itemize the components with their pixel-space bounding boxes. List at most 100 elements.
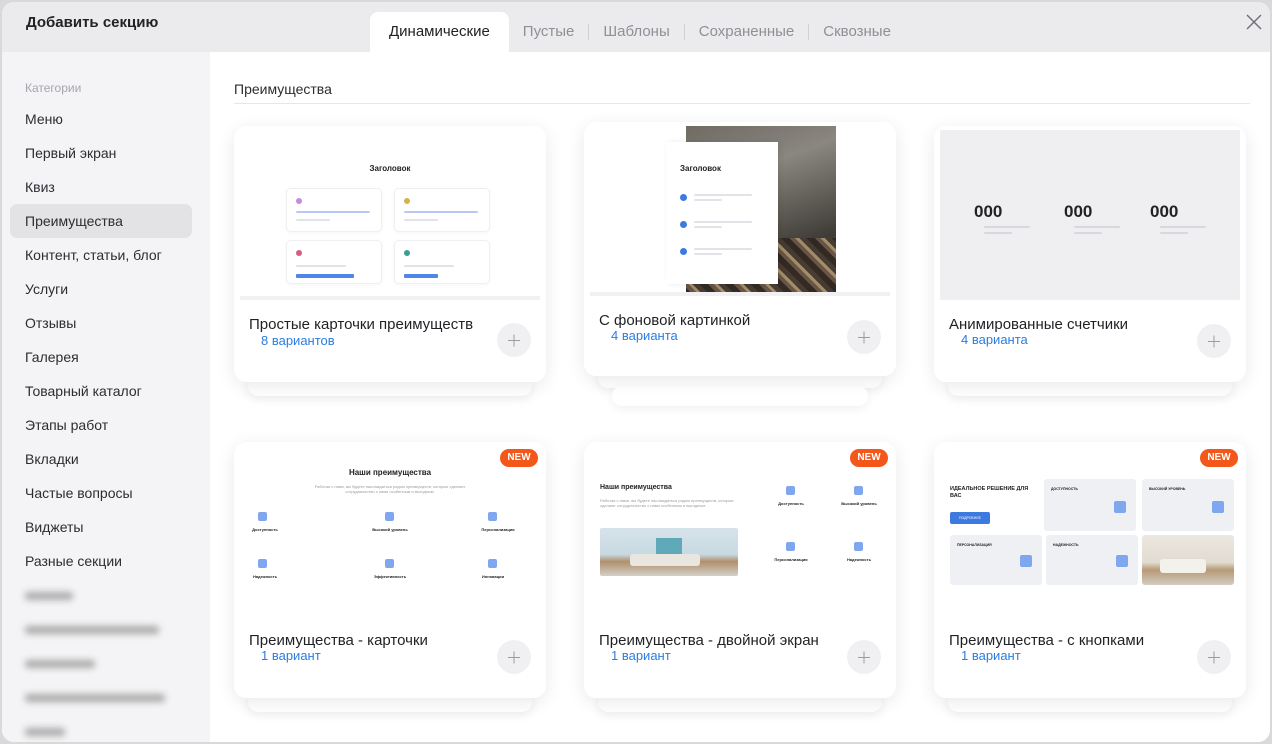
tab-global[interactable]: Сквозные xyxy=(809,12,905,52)
card-advantages-cards[interactable]: Наши преимущества Работая с нами, вы буд… xyxy=(234,442,546,698)
categories-heading: Категории xyxy=(25,81,82,95)
add-section-modal: Добавить секцию Динамические Пустые Шабл… xyxy=(2,2,1270,742)
sidebar-item-services[interactable]: Услуги xyxy=(10,272,192,306)
modal-header: Добавить секцию Динамические Пустые Шабл… xyxy=(2,2,1270,52)
preview-card xyxy=(394,240,490,284)
preview-photo xyxy=(1142,535,1234,585)
preview-counter: 000 xyxy=(1150,202,1179,221)
preview-item-title: Персонализация xyxy=(481,527,515,532)
sidebar-item-tabs[interactable]: Вкладки xyxy=(10,442,192,476)
plus-icon[interactable] xyxy=(847,320,881,354)
sidebar-item-work-stages[interactable]: Этапы работ xyxy=(10,408,192,442)
preview-heading: ИДЕАЛЬНОЕ РЕШЕНИЕ ДЛЯ ВАС xyxy=(950,486,1029,499)
card-variants-count[interactable]: 1 вариант xyxy=(961,648,1021,663)
section-card[interactable]: 000 000 000 Анимированные счетчики 4 вар… xyxy=(934,126,1246,396)
preview-item-title: Доступность xyxy=(252,527,278,532)
preview-item-title: Доступность xyxy=(778,501,804,506)
preview-counter: 000 xyxy=(974,202,1003,221)
card-preview: Заголовок xyxy=(240,130,540,300)
sidebar-item-first-screen[interactable]: Первый экран xyxy=(10,136,192,170)
card-preview: Заголовок xyxy=(590,126,890,296)
card-preview: Наши преимущества Работая с нами, вы буд… xyxy=(240,446,540,616)
card-title: Анимированные счетчики xyxy=(949,316,1129,333)
sidebar-item-advantages[interactable]: Преимущества xyxy=(10,204,192,238)
plus-icon[interactable] xyxy=(1197,640,1231,674)
preview-item-title: Надежность xyxy=(252,574,278,579)
preview-item-title: ПЕРСОНАЛИЗАЦИЯ xyxy=(957,543,992,547)
tab-templates[interactable]: Шаблоны xyxy=(589,12,683,52)
close-icon[interactable] xyxy=(1242,10,1266,34)
preview-photo xyxy=(600,528,738,576)
preview-tile: НАДЕЖНОСТЬ xyxy=(1046,535,1138,585)
plus-icon[interactable] xyxy=(847,640,881,674)
sidebar-item-faq[interactable]: Частые вопросы xyxy=(10,476,192,510)
card-preview: ИДЕАЛЬНОЕ РЕШЕНИЕ ДЛЯ ВАС ПОДРОБНЕЕ ДОСТ… xyxy=(940,446,1240,616)
tab-dynamic[interactable]: Динамические xyxy=(370,12,509,52)
sidebar-item-content-blog[interactable]: Контент, статьи, блог xyxy=(10,238,192,272)
preview-item-title: Высокий уровень xyxy=(841,501,877,506)
card-variants-count[interactable]: 4 варианта xyxy=(611,328,678,343)
card-variants-count[interactable]: 8 вариантов xyxy=(261,333,335,348)
preview-item-title: НАДЕЖНОСТЬ xyxy=(1053,543,1079,547)
card-title: С фоновой картинкой xyxy=(599,312,751,329)
section-card[interactable]: Заголовок С фоновой картинкой 4 варианта xyxy=(584,122,896,412)
card-advantages-with-buttons[interactable]: ИДЕАЛЬНОЕ РЕШЕНИЕ ДЛЯ ВАС ПОДРОБНЕЕ ДОСТ… xyxy=(934,442,1246,698)
category-list: Меню Первый экран Квиз Преимущества Конт… xyxy=(10,102,192,742)
preview-item-title: Персонализация xyxy=(774,557,808,562)
preview-card xyxy=(394,188,490,232)
preview-tile: ПЕРСОНАЛИЗАЦИЯ xyxy=(950,535,1042,585)
tab-empty[interactable]: Пустые xyxy=(509,12,589,52)
plus-icon[interactable] xyxy=(497,323,531,357)
card-variants-count[interactable]: 1 вариант xyxy=(611,648,671,663)
sidebar-item-menu[interactable]: Меню xyxy=(10,102,192,136)
card-simple-advantages[interactable]: Заголовок Простые карточки преимуществ 8… xyxy=(234,126,546,382)
card-background-image[interactable]: Заголовок С фоновой картинкой 4 варианта xyxy=(584,122,896,376)
preview-heading: Заголовок xyxy=(369,164,411,173)
preview-overlay-panel: Заголовок xyxy=(666,142,778,284)
card-animated-counters[interactable]: 000 000 000 Анимированные счетчики 4 вар… xyxy=(934,126,1246,382)
preview-subtitle: Работая с нами, вы будете наслаждаться р… xyxy=(600,498,734,508)
sidebar-item-blurred[interactable] xyxy=(10,578,192,612)
card-variants-count[interactable]: 4 варианта xyxy=(961,332,1028,347)
preview-tile: ВЫСОКИЙ УРОВЕНЬ xyxy=(1142,479,1234,531)
card-stack-shadow xyxy=(612,386,868,406)
sidebar-item-quiz[interactable]: Квиз xyxy=(10,170,192,204)
preview-card xyxy=(286,188,382,232)
tab-saved[interactable]: Сохраненные xyxy=(685,12,809,52)
section-tabs: Динамические Пустые Шаблоны Сохраненные … xyxy=(370,12,905,52)
preview-item-title: ДОСТУПНОСТЬ xyxy=(1051,487,1078,491)
sidebar-item-misc[interactable]: Разные секции xyxy=(10,544,192,578)
section-card[interactable]: Наши преимущества Работая с нами, вы буд… xyxy=(234,442,546,717)
card-preview: 000 000 000 xyxy=(940,130,1240,300)
card-title: Простые карточки преимуществ xyxy=(249,316,474,333)
new-badge: NEW xyxy=(850,449,888,467)
preview-item-title: Инновации xyxy=(481,574,505,579)
sidebar-item-blurred[interactable] xyxy=(10,646,192,680)
section-card[interactable]: Наши преимущества Работая с нами, вы буд… xyxy=(584,442,896,717)
category-sidebar: Категории Меню Первый экран Квиз Преимущ… xyxy=(2,52,210,742)
plus-icon[interactable] xyxy=(1197,324,1231,358)
preview-item-title: ВЫСОКИЙ УРОВЕНЬ xyxy=(1149,487,1186,491)
preview-counter: 000 xyxy=(1064,202,1093,221)
modal-title: Добавить секцию xyxy=(26,14,159,31)
sidebar-item-blurred[interactable] xyxy=(10,714,192,742)
card-preview: Наши преимущества Работая с нами, вы буд… xyxy=(590,446,890,616)
card-variants-count[interactable]: 1 вариант xyxy=(261,648,321,663)
section-card[interactable]: Заголовок Простые карточки преимуществ 8… xyxy=(234,126,546,396)
card-advantages-double-screen[interactable]: Наши преимущества Работая с нами, вы буд… xyxy=(584,442,896,698)
sidebar-item-catalog[interactable]: Товарный каталог xyxy=(10,374,192,408)
section-card[interactable]: ИДЕАЛЬНОЕ РЕШЕНИЕ ДЛЯ ВАС ПОДРОБНЕЕ ДОСТ… xyxy=(934,442,1246,717)
plus-icon[interactable] xyxy=(497,640,531,674)
sidebar-item-widgets[interactable]: Виджеты xyxy=(10,510,192,544)
preview-heading: Заголовок xyxy=(680,164,721,173)
preview-item-title: Высокий уровень xyxy=(372,527,408,532)
sidebar-item-reviews[interactable]: Отзывы xyxy=(10,306,192,340)
sections-panel: Преимущества Заголовок Простые карточки … xyxy=(210,52,1270,742)
sidebar-item-gallery[interactable]: Галерея xyxy=(10,340,192,374)
preview-heading: Наши преимущества xyxy=(348,468,432,477)
section-divider xyxy=(234,103,1250,104)
preview-subtitle: Работая с нами, вы будете наслаждаться р… xyxy=(314,484,466,494)
sidebar-item-blurred[interactable] xyxy=(10,680,192,714)
preview-tile: ДОСТУПНОСТЬ xyxy=(1044,479,1136,531)
sidebar-item-blurred[interactable] xyxy=(10,612,192,646)
